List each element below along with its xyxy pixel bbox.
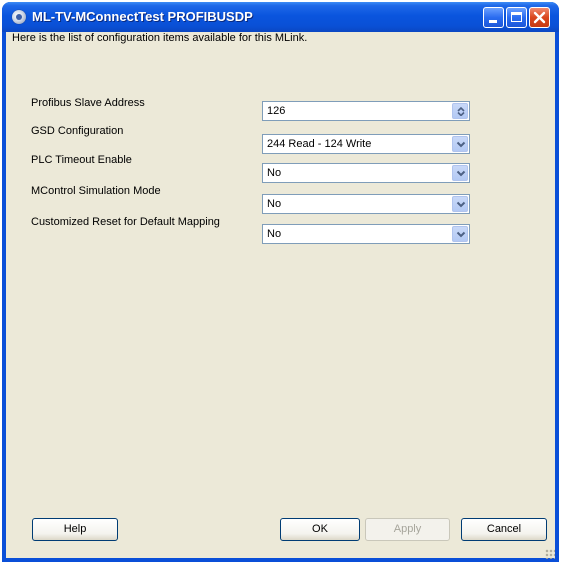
dropdown-button[interactable] [452,136,468,152]
spinner-arrows-icon [457,107,465,116]
mcontrol-simulation-mode-value: No [267,198,282,210]
maximize-button[interactable] [506,7,527,28]
cancel-button[interactable]: Cancel [461,518,547,541]
plc-timeout-enable-label: PLC Timeout Enable [31,154,132,166]
help-button[interactable]: Help [32,518,118,541]
ok-button[interactable]: OK [280,518,360,541]
customized-reset-value: No [267,228,282,240]
chevron-down-icon [456,141,466,148]
mcontrol-simulation-mode-dropdown[interactable]: No [262,194,470,214]
window-title: ML-TV-MConnectTest PROFIBUSDP [32,9,253,24]
chevron-down-icon [456,170,466,177]
maximize-icon [511,12,522,22]
minimize-button[interactable] [483,7,504,28]
profibus-slave-address-spinner[interactable]: 126 [262,101,470,121]
plc-timeout-enable-dropdown[interactable]: No [262,163,470,183]
dropdown-button[interactable] [452,165,468,181]
mcontrol-simulation-mode-label: MControl Simulation Mode [31,185,161,197]
gsd-configuration-label: GSD Configuration [31,125,124,137]
gsd-configuration-value: 244 Read - 124 Write [267,138,372,150]
dropdown-button[interactable] [452,196,468,212]
plc-timeout-enable-value: No [267,167,282,179]
profibus-slave-address-value: 126 [267,105,286,117]
app-icon [12,10,26,24]
chevron-down-icon [456,201,466,208]
chevron-down-icon [456,231,466,238]
profibus-slave-address-label: Profibus Slave Address [31,97,145,109]
intro-text: Here is the list of configuration items … [12,32,308,44]
customized-reset-label: Customized Reset for Default Mapping [31,216,220,228]
spinner-button[interactable] [452,103,468,119]
minimize-icon [489,20,497,23]
resize-grip[interactable] [545,549,555,559]
gsd-configuration-dropdown[interactable]: 244 Read - 124 Write [262,134,470,154]
dialog-window: ML-TV-MConnectTest PROFIBUSDP [2,2,559,562]
title-bar[interactable]: ML-TV-MConnectTest PROFIBUSDP [2,2,559,32]
apply-button[interactable]: Apply [365,518,450,541]
close-icon [533,11,546,24]
close-button[interactable] [529,7,550,28]
dropdown-button[interactable] [452,226,468,242]
customized-reset-dropdown[interactable]: No [262,224,470,244]
